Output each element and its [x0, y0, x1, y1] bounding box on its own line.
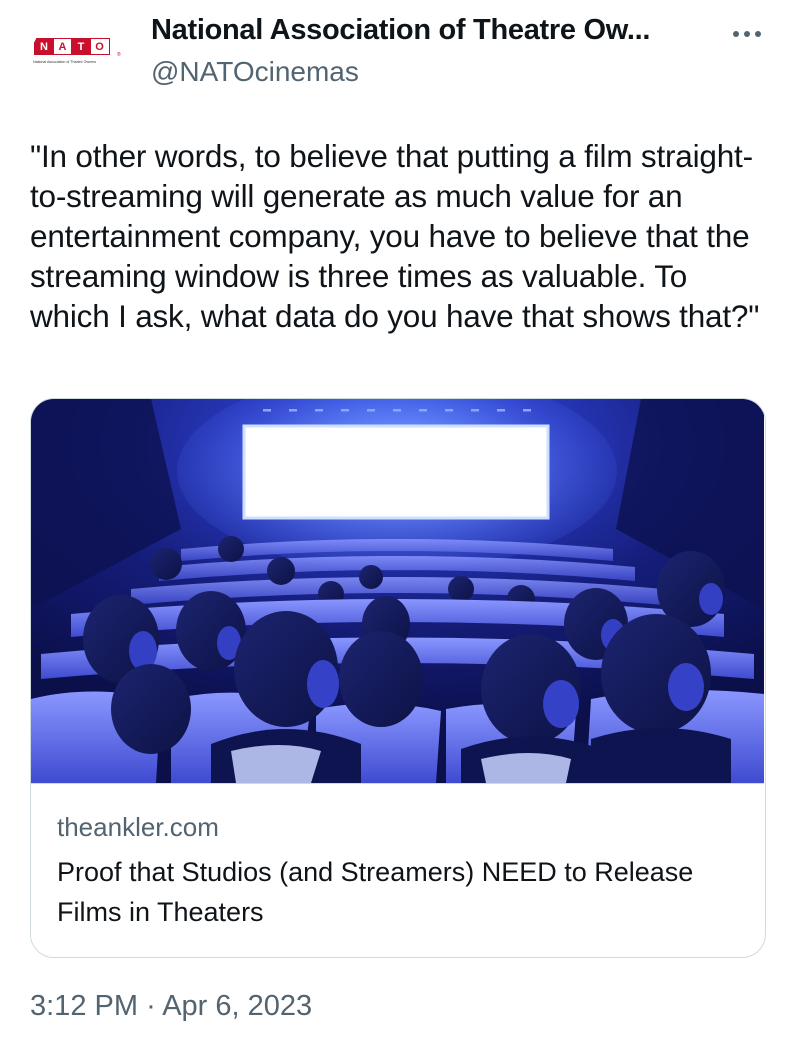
- link-card-domain: theankler.com: [57, 812, 219, 842]
- tweet-header: N A T O ® National Association of Theatr…: [0, 0, 796, 110]
- more-dot: [733, 31, 739, 37]
- link-card-footer: theankler.com Proof that Studios (and St…: [31, 783, 764, 957]
- link-card[interactable]: theankler.com Proof that Studios (and St…: [30, 398, 766, 958]
- more-dot: [744, 31, 750, 37]
- link-card-title[interactable]: Proof that Studios (and Streamers) NEED …: [57, 852, 737, 932]
- tweet-timestamp[interactable]: 3:12 PM · Apr 6, 2023: [30, 990, 312, 1023]
- more-options-icon[interactable]: [722, 18, 772, 50]
- nato-logo: N A T O: [34, 38, 110, 55]
- more-dot: [755, 31, 761, 37]
- tweet-text: "In other words, to believe that putting…: [30, 138, 760, 334]
- tweet-date[interactable]: Apr 6, 2023: [162, 990, 312, 1022]
- logo-letter-t: T: [71, 38, 91, 55]
- logo-letter-o: O: [89, 38, 110, 55]
- author-display-name[interactable]: National Association of Theatre Ow...: [151, 14, 650, 47]
- author-handle[interactable]: @NATOcinemas: [151, 56, 359, 88]
- movie-theater-audience-illustration: [31, 399, 764, 783]
- avatar[interactable]: N A T O ® National Association of Theatr…: [30, 14, 126, 110]
- tweet-time[interactable]: 3:12 PM: [30, 990, 138, 1022]
- logo-letter-a: A: [52, 38, 73, 55]
- logo-letter-n: N: [34, 38, 54, 55]
- logo-registered-mark: ®: [117, 52, 121, 58]
- timestamp-separator: ·: [146, 990, 156, 1022]
- logo-tagline: National Association of Theatre Owners: [33, 60, 97, 64]
